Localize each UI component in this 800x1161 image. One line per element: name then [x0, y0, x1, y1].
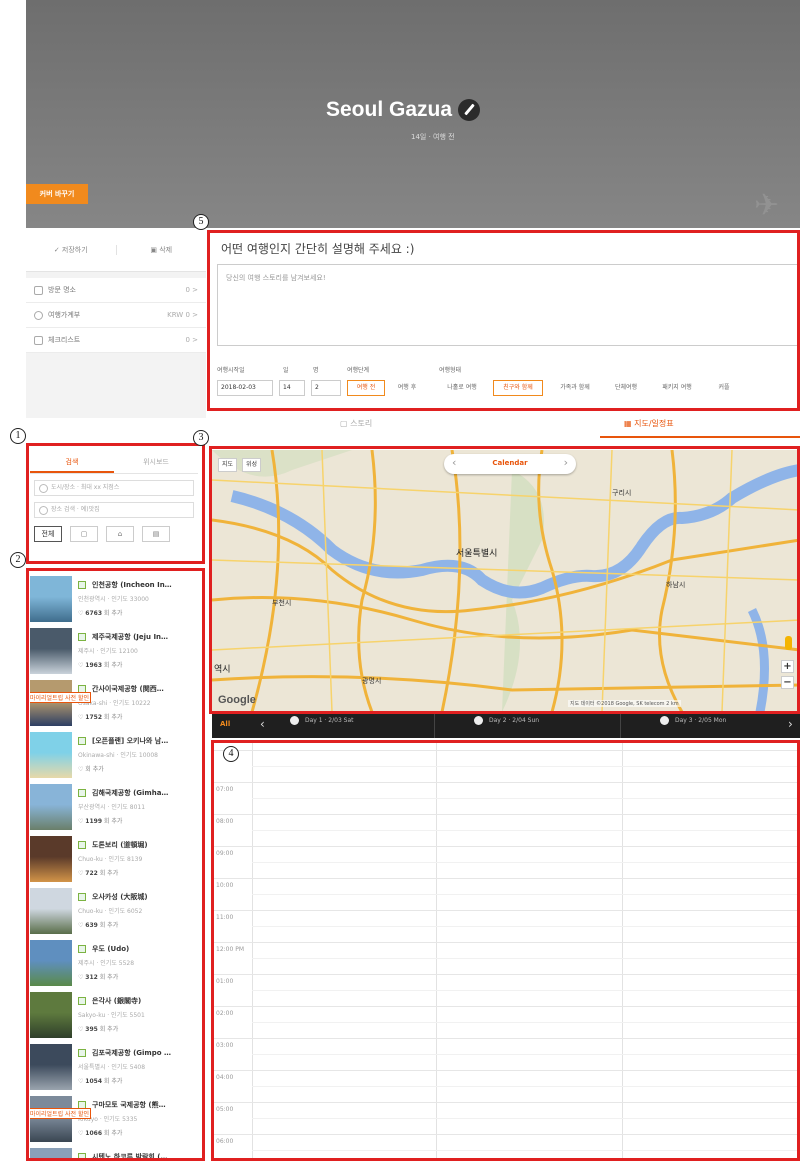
day-3-tab[interactable]: Day 3 · 2/05 Mon [660, 716, 726, 725]
cover-image: Seoul Gazua 14일 · 여행 전 ✈ [26, 0, 800, 228]
checkbox-icon [34, 335, 43, 345]
annotation-number: 3 [193, 430, 209, 446]
airplane-icon: ✈ [754, 188, 780, 223]
day-selector-bar: All ‹ Day 1 · 2/03 Sat Day 2 · 2/04 Sun … [212, 712, 800, 738]
trip-title-row: Seoul Gazua [326, 98, 481, 122]
annotation-box [211, 740, 800, 1161]
annotation-number: 4 [223, 746, 239, 762]
annotation-number: 1 [10, 428, 26, 444]
trip-meta: 14일 · 여행 전 [411, 133, 455, 141]
tab-story[interactable]: ▢ 스토리 [340, 418, 372, 429]
left-panel: ✓ 저장하기 ▣ 삭제 방문 명소 0 > 여행가계부 KRW 0 > 체크리스트 0… [26, 228, 206, 418]
day-dot-icon [660, 716, 669, 725]
annotation-box [209, 446, 800, 714]
trip-title: Seoul Gazua [326, 98, 453, 121]
annotation-box [26, 568, 205, 1161]
all-days-tab[interactable]: All [220, 720, 230, 728]
change-cover-button[interactable]: 커버 바꾸기 [26, 184, 88, 204]
action-row: ✓ 저장하기 ▣ 삭제 [26, 228, 206, 272]
chevron-right-icon[interactable]: › [788, 717, 793, 731]
delete-button[interactable]: ▣ 삭제 [115, 244, 207, 255]
annotation-number: 5 [193, 214, 209, 230]
wallet-icon [34, 310, 43, 320]
pin-icon [34, 285, 43, 295]
annotation-number: 2 [10, 552, 26, 568]
tab-map-schedule[interactable]: ▦ 지도/일정표 [624, 418, 674, 429]
menu-checklist[interactable]: 체크리스트 0 > [26, 328, 206, 353]
menu-visited-places[interactable]: 방문 명소 0 > [26, 278, 206, 303]
active-tab-indicator [600, 436, 800, 438]
divider [434, 712, 435, 738]
save-button[interactable]: ✓ 저장하기 [26, 245, 116, 255]
divider [620, 712, 621, 738]
annotation-box [207, 230, 800, 411]
menu-budget[interactable]: 여행가계부 KRW 0 > [26, 303, 206, 328]
day-1-tab[interactable]: Day 1 · 2/03 Sat [290, 716, 354, 725]
trip-menu: 방문 명소 0 > 여행가계부 KRW 0 > 체크리스트 0 > [26, 278, 206, 353]
day-2-tab[interactable]: Day 2 · 2/04 Sun [474, 716, 539, 725]
day-dot-icon [290, 716, 299, 725]
edit-icon[interactable] [458, 99, 481, 121]
chevron-left-icon[interactable]: ‹ [260, 717, 265, 731]
day-dot-icon [474, 716, 483, 725]
annotation-box [26, 443, 205, 564]
